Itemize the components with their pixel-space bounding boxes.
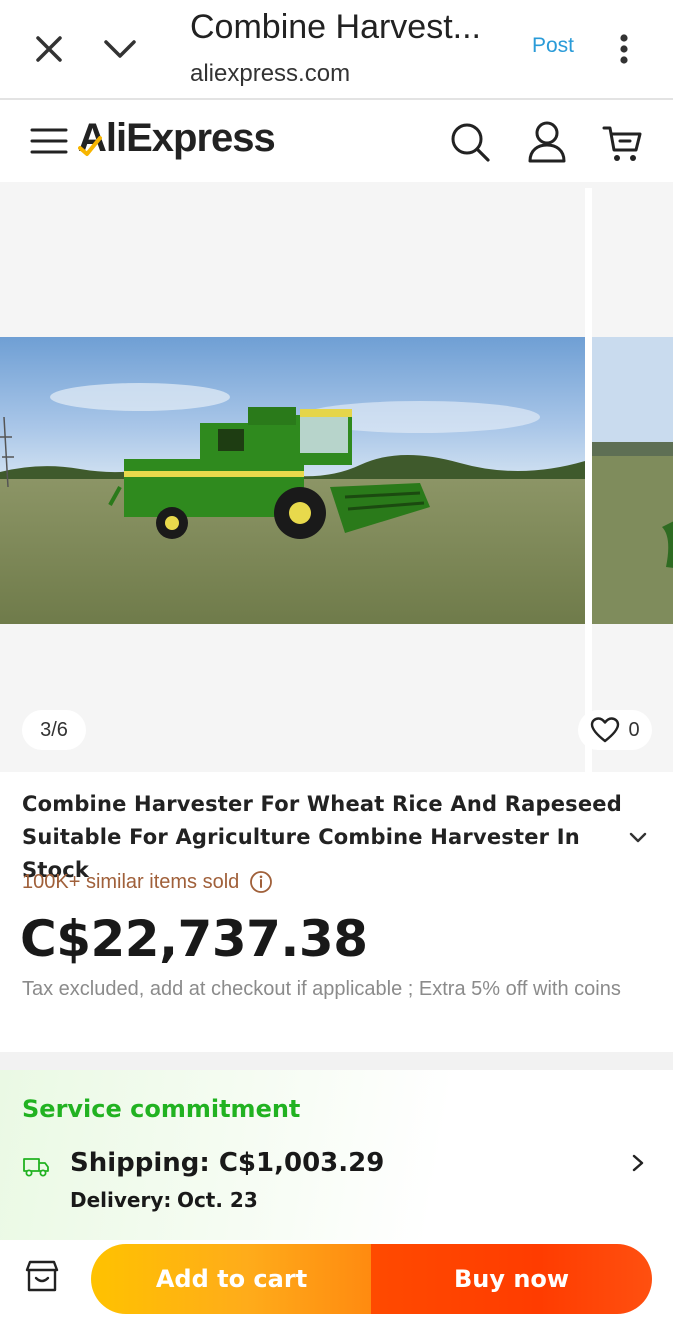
bottom-action-bar: Add to cart Buy now	[0, 1240, 673, 1324]
image-counter: 3/6	[22, 710, 86, 750]
wishlist-button[interactable]: 0	[578, 710, 652, 750]
add-to-cart-button[interactable]: Add to cart	[91, 1244, 372, 1314]
section-divider	[0, 1052, 673, 1070]
chevron-down-icon[interactable]	[100, 30, 140, 68]
expand-title-chevron-icon[interactable]	[627, 828, 649, 848]
heart-icon	[591, 717, 620, 743]
page-title: Combine Harvest...	[190, 8, 481, 46]
service-commitment-section[interactable]: Service commitment Shipping: C$1,003.29 …	[0, 1070, 673, 1240]
service-title: Service commitment	[22, 1095, 301, 1123]
info-icon[interactable]	[249, 870, 273, 894]
post-button[interactable]: Post	[532, 34, 574, 58]
aliexpress-logo[interactable]: AliExpress	[78, 116, 276, 166]
sold-count: 100K+ similar items sold	[22, 870, 273, 894]
site-header: AliExpress	[0, 102, 673, 182]
user-icon[interactable]	[526, 120, 568, 164]
search-icon[interactable]	[448, 120, 492, 164]
page-url: aliexpress.com	[190, 60, 351, 87]
delivery-date: Oct. 23	[176, 1188, 258, 1212]
more-vertical-icon[interactable]	[612, 30, 636, 68]
delivery-info: Delivery: Oct. 23	[70, 1188, 258, 1213]
gallery-slide-next[interactable]	[592, 182, 673, 772]
sold-count-text: 100K+ similar items sold	[22, 870, 240, 893]
store-icon[interactable]	[24, 1258, 60, 1294]
wishlist-count: 0	[628, 718, 640, 741]
delivery-label: Delivery:	[70, 1188, 172, 1212]
slide-divider	[585, 188, 592, 772]
logo-mark-icon	[78, 136, 102, 156]
truck-icon	[23, 1158, 49, 1177]
product-price: C$22,737.38	[20, 910, 368, 968]
cart-icon[interactable]	[602, 122, 644, 164]
close-icon[interactable]	[30, 30, 68, 68]
browser-toolbar: Combine Harvest... aliexpress.com Post	[0, 0, 673, 100]
gallery-slide-current[interactable]	[0, 182, 585, 772]
product-image-gallery[interactable]: 3/6 0	[0, 182, 673, 772]
buy-now-button[interactable]: Buy now	[371, 1244, 652, 1314]
tax-note: Tax excluded, add at checkout if applica…	[22, 978, 621, 1000]
shipping-cost: Shipping: C$1,003.29	[70, 1148, 385, 1178]
chevron-right-icon[interactable]	[630, 1153, 646, 1173]
combine-harvester-photo	[0, 337, 585, 624]
next-image-photo	[592, 337, 673, 624]
menu-icon[interactable]	[30, 124, 68, 158]
